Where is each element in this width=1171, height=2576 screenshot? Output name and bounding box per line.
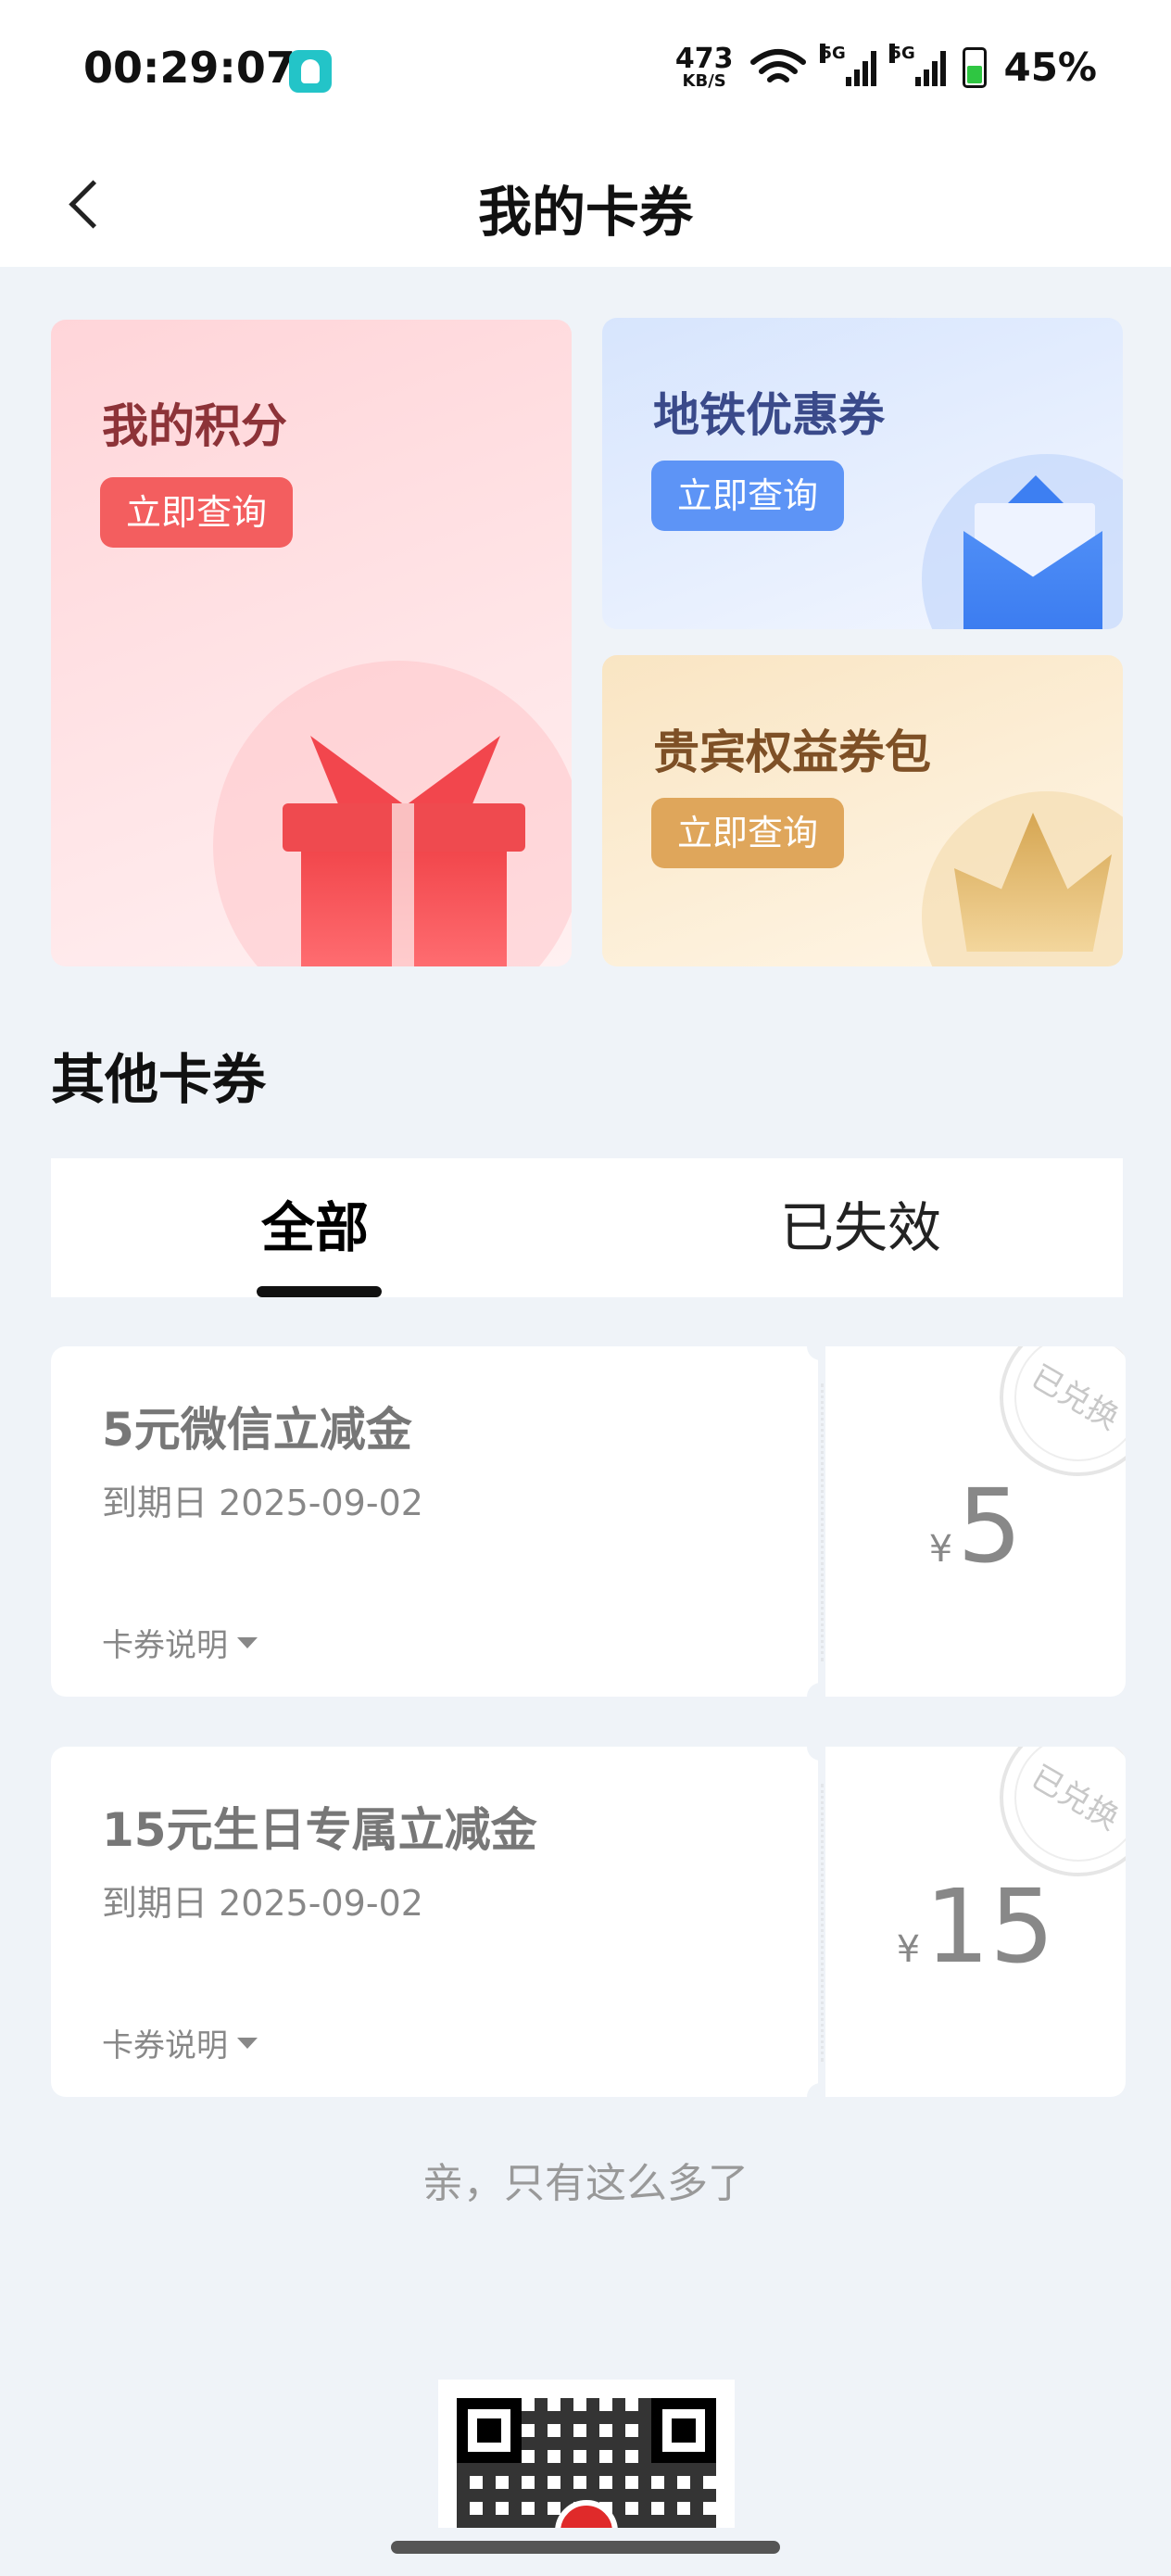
coupon-tabs: 全部 已失效 (51, 1158, 1123, 1297)
points-card[interactable]: 我的积分 立即查询 (51, 320, 572, 966)
qr-finder (457, 2398, 522, 2463)
caret-down-icon (237, 2037, 258, 2049)
vip-package-card[interactable]: 贵宾权益券包 立即查询 (602, 655, 1123, 966)
tab-expired[interactable]: 已失效 (780, 1158, 941, 1297)
gift-icon (283, 727, 525, 966)
coupon-desc-label: 卡券说明 (102, 1627, 228, 1664)
end-of-list-note: 亲，只有这么多了 (422, 2160, 749, 2207)
signal-label-2: 5G (889, 43, 915, 63)
active-tab-indicator (257, 1286, 382, 1297)
battery-icon (963, 46, 988, 88)
redeemed-stamp: 已兑换 (1000, 1747, 1126, 1876)
qr-code[interactable] (438, 2380, 735, 2528)
vip-query-button[interactable]: 立即查询 (651, 798, 845, 868)
metro-coupon-card[interactable]: 地铁优惠券 立即查询 (602, 318, 1123, 629)
battery-level: 45% (1003, 44, 1097, 90)
coupon-name: 15元生日专属立减金 (102, 1803, 537, 1857)
coupon-item[interactable]: 15元生日专属立减金 到期日 2025-09-02 卡券说明 已兑换 ¥ 15 (51, 1733, 1126, 2111)
amount-value: 15 (925, 1867, 1055, 1986)
currency-symbol: ¥ (928, 1528, 953, 1571)
wifi-icon (750, 48, 807, 82)
qr-finder (651, 2398, 716, 2463)
status-bar: 00:29:07 473 KB/S 5G 5G 45% (0, 0, 1171, 139)
network-speed-unit: KB/S (682, 70, 726, 91)
signal-label-1: 5G (820, 43, 846, 63)
coupon-divider (821, 1383, 824, 1661)
nav-bar: 我的卡券 (0, 139, 1171, 267)
redeemed-stamp-text: 已兑换 (1025, 1357, 1126, 1438)
amount-value: 5 (957, 1467, 1023, 1585)
tab-all[interactable]: 全部 (261, 1158, 369, 1297)
signal-icon-1: 5G (820, 43, 877, 86)
app-notification-icon (289, 50, 332, 93)
network-speed: 473 KB/S (674, 42, 734, 91)
redeemed-stamp: 已兑换 (1000, 1346, 1126, 1476)
metro-card-title: 地铁优惠券 (653, 388, 885, 442)
home-indicator[interactable] (391, 2541, 780, 2554)
coupon-expiry: 到期日 2025-09-02 (102, 1483, 423, 1523)
coupon-info: 15元生日专属立减金 到期日 2025-09-02 卡券说明 (51, 1747, 818, 2097)
redeemed-stamp-text: 已兑换 (1025, 1758, 1126, 1838)
section-title: 其他卡券 (51, 1048, 267, 1111)
caret-down-icon (237, 1636, 258, 1648)
page-title: 我的卡券 (477, 181, 693, 244)
envelope-icon (963, 475, 1112, 629)
coupon-amount: ¥ 5 (825, 1467, 1126, 1585)
status-indicators: 473 KB/S 5G 5G 45% (674, 42, 1097, 91)
coupon-desc-toggle[interactable]: 卡券说明 (102, 1620, 258, 1665)
coupon-desc-label: 卡券说明 (102, 2027, 228, 2065)
coupon-info: 5元微信立减金 到期日 2025-09-02 卡券说明 (51, 1346, 818, 1697)
coupon-expiry: 到期日 2025-09-02 (102, 1883, 423, 1924)
status-time: 00:29:07 (83, 43, 296, 93)
metro-query-button[interactable]: 立即查询 (651, 461, 845, 531)
signal-icon-2: 5G (889, 43, 947, 86)
network-speed-value: 473 (674, 42, 734, 75)
coupon-amount-panel: 已兑换 ¥ 5 (825, 1346, 1126, 1697)
points-card-title: 我的积分 (102, 399, 287, 453)
vip-card-title: 贵宾权益券包 (653, 726, 931, 779)
coupon-amount: ¥ 15 (825, 1867, 1126, 1986)
coupon-divider (821, 1784, 824, 2062)
coupon-amount-panel: 已兑换 ¥ 15 (825, 1747, 1126, 2097)
coupon-name: 5元微信立减金 (102, 1403, 412, 1457)
points-query-button[interactable]: 立即查询 (100, 477, 294, 548)
coupon-item[interactable]: 5元微信立减金 到期日 2025-09-02 卡券说明 已兑换 ¥ 5 (51, 1332, 1126, 1711)
currency-symbol: ¥ (896, 1928, 921, 1971)
coupon-desc-toggle[interactable]: 卡券说明 (102, 2020, 258, 2065)
